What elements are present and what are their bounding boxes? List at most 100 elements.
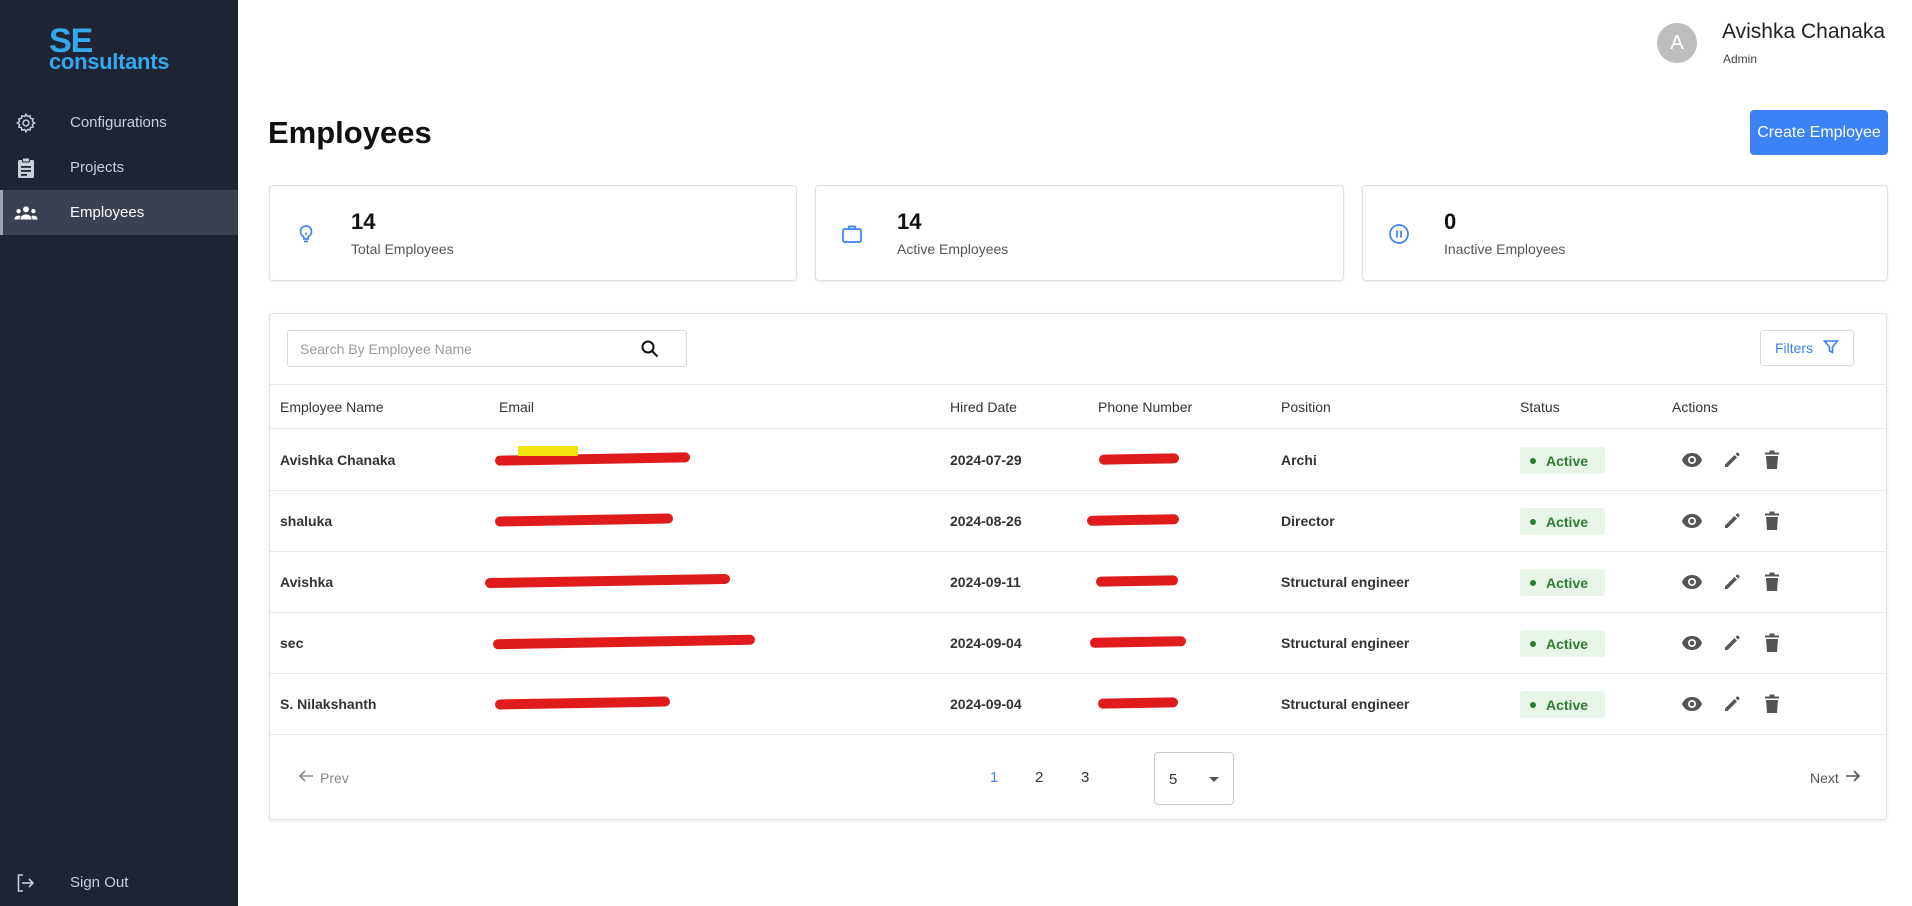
status-text: Active [1546, 452, 1589, 469]
user-role: Admin [1723, 52, 1758, 66]
filters-label: Filters [1774, 340, 1814, 356]
page-size-select[interactable]: 5 [1154, 752, 1234, 805]
column-header[interactable]: Phone Number [1098, 399, 1192, 415]
employee-name: shaluka [280, 513, 333, 529]
delete-icon[interactable] [1760, 509, 1784, 533]
briefcase-icon [840, 222, 864, 246]
table-row[interactable]: sec 2024-09-04 Structural engineer Activ… [270, 613, 1886, 674]
sidebar-item-projects[interactable]: Projects [0, 145, 238, 190]
view-icon[interactable] [1680, 692, 1704, 716]
edit-icon[interactable] [1720, 570, 1744, 594]
arrow-right-icon [1845, 769, 1861, 786]
employees-table-card: Filters Employee Name Email Hired Date P… [269, 313, 1887, 820]
view-icon[interactable] [1680, 570, 1704, 594]
delete-icon[interactable] [1760, 448, 1784, 472]
page-number-3[interactable]: 3 [1081, 769, 1089, 786]
arrow-left-icon [298, 769, 314, 786]
stat-value: 14 [351, 209, 376, 234]
status-badge: Active [1520, 569, 1605, 596]
phone-redacted [1086, 514, 1180, 526]
column-header[interactable]: Employee Name [280, 399, 384, 415]
user-name: Avishka Chanaka [1722, 20, 1886, 43]
lightbulb-icon [294, 222, 318, 246]
column-header[interactable]: Email [499, 399, 534, 415]
status-text: Active [1546, 635, 1589, 652]
employee-name: Avishka Chanaka [280, 452, 396, 468]
hired-date: 2024-07-29 [950, 452, 1022, 468]
page-number-2[interactable]: 2 [1035, 769, 1043, 786]
position: Structural engineer [1281, 635, 1410, 651]
avatar[interactable]: A [1657, 23, 1697, 63]
edit-icon[interactable] [1720, 692, 1744, 716]
phone-redacted [1097, 697, 1179, 709]
employee-name: S. Nilakshanth [280, 696, 377, 712]
sidebar-item-label: Projects [70, 159, 125, 176]
phone-redacted [1089, 636, 1187, 648]
phone-redacted [1098, 453, 1180, 465]
prev-page-button[interactable]: Prev [298, 769, 349, 786]
page-size-value: 5 [1169, 771, 1178, 788]
sidebar-item-label: Configurations [70, 114, 167, 131]
hired-date: 2024-09-11 [950, 574, 1021, 590]
delete-icon[interactable] [1760, 631, 1784, 655]
filter-icon [1822, 339, 1840, 358]
stat-value: 14 [897, 209, 922, 234]
sign-out-label: Sign Out [70, 874, 129, 891]
stat-card-total: 14 Total Employees [269, 185, 797, 281]
status-text: Active [1546, 574, 1589, 591]
sidebar-item-configurations[interactable]: Configurations [0, 100, 238, 145]
phone-redacted [1095, 575, 1179, 587]
position: Archi [1281, 452, 1317, 468]
search-input[interactable] [300, 339, 630, 359]
next-page-button[interactable]: Next [1810, 769, 1861, 786]
view-icon[interactable] [1680, 509, 1704, 533]
table-row[interactable]: S. Nilakshanth 2024-09-04 Structural eng… [270, 674, 1886, 735]
view-icon[interactable] [1680, 631, 1704, 655]
email-redacted [494, 513, 674, 527]
next-label: Next [1810, 769, 1839, 786]
column-header[interactable]: Position [1281, 399, 1331, 415]
filters-button[interactable]: Filters [1760, 330, 1854, 366]
table-header: Employee Name Email Hired Date Phone Num… [270, 384, 1886, 429]
table-row[interactable]: Avishka Chanaka 2024-07-29 Archi Active [270, 430, 1886, 491]
table-row[interactable]: Avishka 2024-09-11 Structural engineer A… [270, 552, 1886, 613]
status-badge: Active [1520, 630, 1605, 657]
stat-label: Active Employees [897, 241, 1009, 257]
position: Structural engineer [1281, 696, 1410, 712]
delete-icon[interactable] [1760, 692, 1784, 716]
table-row[interactable]: shaluka 2024-08-26 Director Active [270, 491, 1886, 552]
edit-icon[interactable] [1720, 448, 1744, 472]
logo[interactable]: SE consultants [49, 24, 169, 73]
sidebar: SE consultants Configurations Projects E… [0, 0, 238, 906]
column-header: Actions [1672, 399, 1718, 415]
sign-out-button[interactable]: Sign Out [0, 860, 238, 905]
status-badge: Active [1520, 447, 1605, 474]
view-icon[interactable] [1680, 448, 1704, 472]
stat-value: 0 [1444, 209, 1457, 234]
hired-date: 2024-09-04 [950, 635, 1022, 651]
status-badge: Active [1520, 508, 1605, 535]
sidebar-item-employees[interactable]: Employees [0, 190, 238, 235]
status-text: Active [1546, 513, 1589, 530]
email-redacted [492, 634, 756, 650]
column-header[interactable]: Status [1520, 399, 1560, 415]
edit-icon[interactable] [1720, 509, 1744, 533]
highlight-mark [518, 446, 578, 456]
employee-name: sec [280, 635, 304, 651]
email-redacted [484, 573, 731, 589]
search-icon[interactable] [640, 339, 660, 359]
delete-icon[interactable] [1760, 570, 1784, 594]
stat-card-inactive: 0 Inactive Employees [1362, 185, 1888, 281]
hired-date: 2024-08-26 [950, 513, 1022, 529]
people-icon [14, 201, 38, 225]
create-employee-button[interactable]: Create Employee [1750, 110, 1888, 155]
page-number-1[interactable]: 1 [990, 769, 998, 786]
edit-icon[interactable] [1720, 631, 1744, 655]
clipboard-icon [14, 156, 38, 180]
logo-consultants: consultants [49, 49, 170, 74]
sidebar-item-label: Employees [70, 204, 145, 221]
column-header[interactable]: Hired Date [950, 399, 1017, 415]
status-text: Active [1546, 696, 1589, 713]
position: Structural engineer [1281, 574, 1410, 590]
employee-name: Avishka [280, 574, 334, 590]
